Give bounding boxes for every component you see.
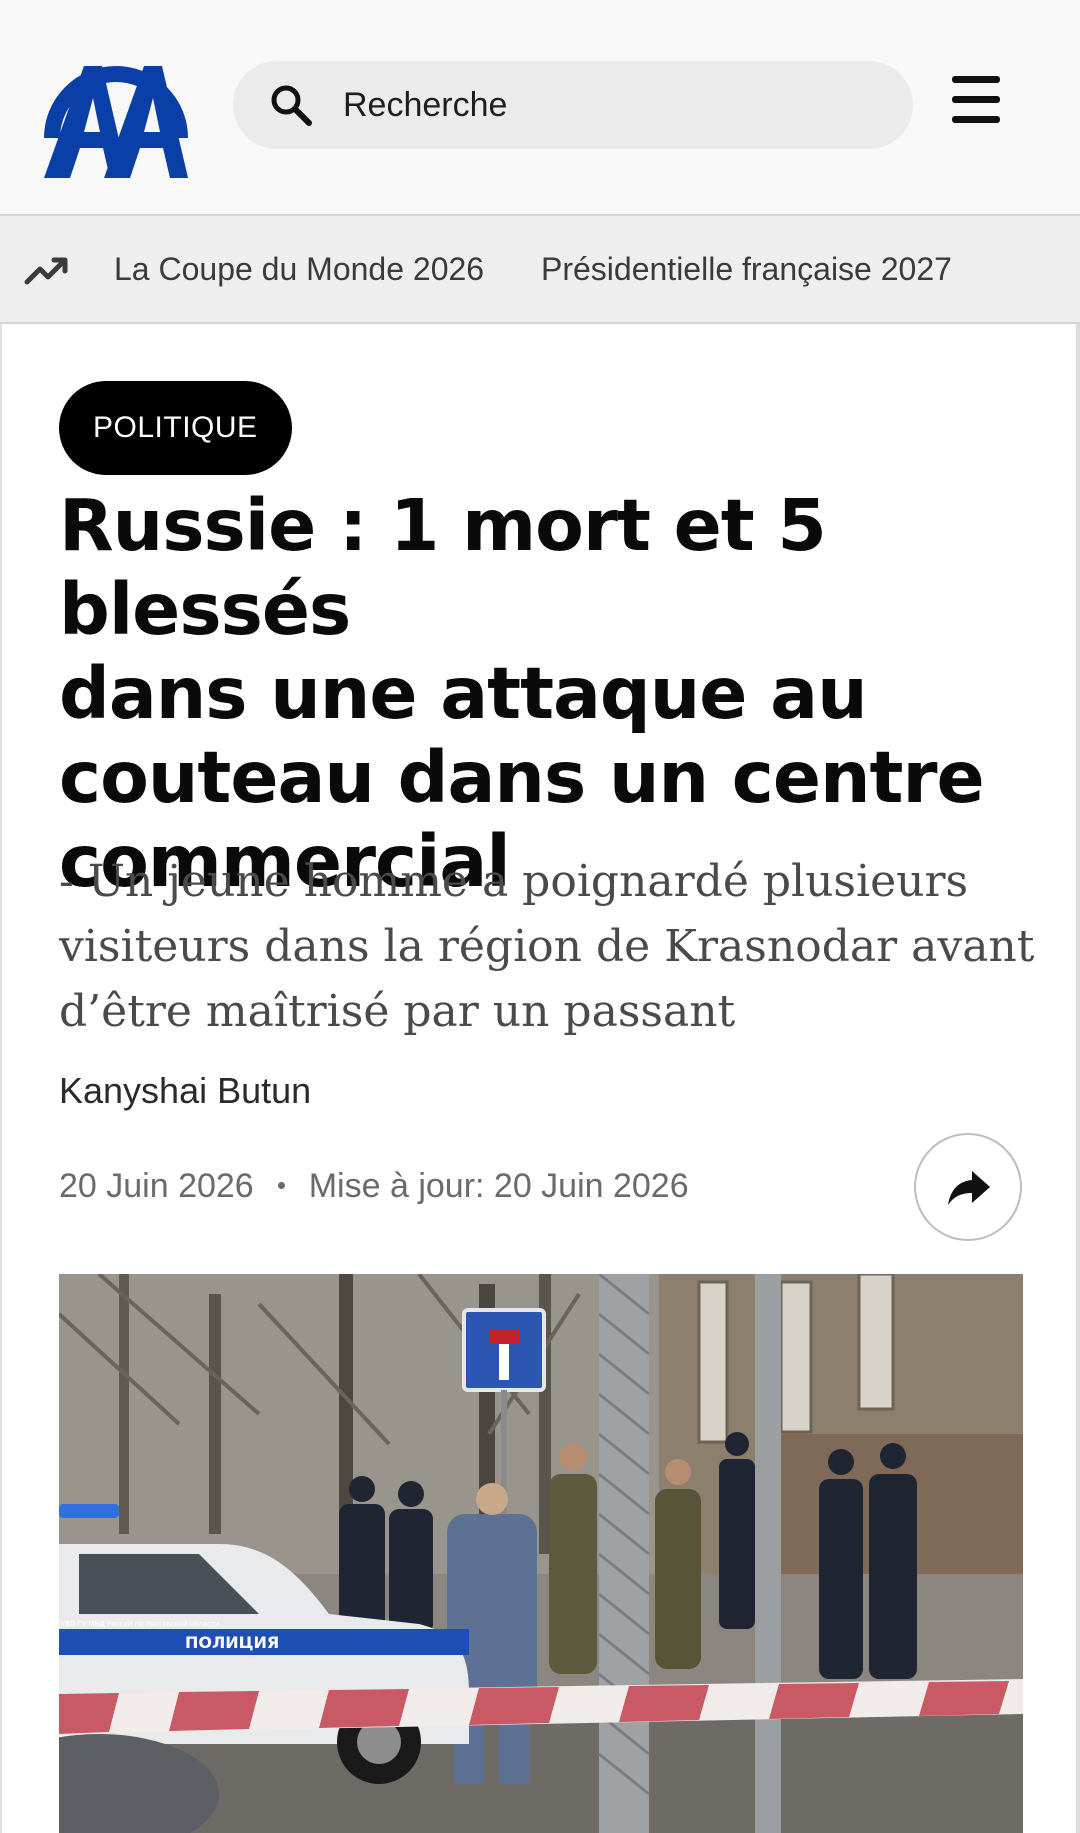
trending-bar: La Coupe du Monde 2026 Présidentielle fr… [0, 216, 1080, 324]
subtitle-line: - Un jeune homme a poignardé plusieurs [59, 856, 969, 907]
published-date: 20 Juin 2026 [59, 1167, 254, 1205]
author-name[interactable]: Kanyshai Butun [59, 1069, 311, 1113]
category-badge[interactable]: POLITIQUE [59, 381, 292, 475]
article-subtitle: - Un jeune homme a poignardé plusieurs v… [59, 849, 1039, 1044]
search-icon[interactable] [269, 83, 313, 127]
article-photo[interactable]: ПОЛИЦИЯ УВО ГУ МВД России по Ростовской … [59, 1274, 1023, 1833]
article-card: POLITIQUE Russie : 1 mort et 5 blessés d… [0, 324, 1080, 1833]
share-arrow-icon [948, 1171, 990, 1205]
share-button[interactable] [914, 1133, 1022, 1241]
article-dates: 20 Juin 2026 Mise à jour: 20 Juin 2026 [59, 1164, 689, 1208]
updated-date: Mise à jour: 20 Juin 2026 [308, 1167, 689, 1205]
trending-link-world-cup[interactable]: La Coupe du Monde 2026 [114, 249, 484, 289]
article-headline: Russie : 1 mort et 5 blessés dans une at… [59, 484, 1049, 904]
headline-line: dans une attaque au [59, 652, 868, 735]
trending-link-presidential[interactable]: Présidentielle française 2027 [541, 249, 952, 289]
site-header: Recherche [0, 0, 1080, 216]
car-door-label: УВО ГУ МВД России по Ростовской области [61, 1620, 220, 1628]
search-input[interactable]: Recherche [343, 85, 507, 125]
headline-line: Russie : 1 mort et 5 blessés [59, 484, 827, 651]
search-bar[interactable]: Recherche [233, 61, 913, 149]
hamburger-menu-icon[interactable] [952, 76, 1006, 124]
trending-up-icon [24, 252, 70, 288]
subtitle-line: d’être maîtrisé par un passant [59, 986, 736, 1037]
police-car-label: ПОЛИЦИЯ [185, 1633, 279, 1652]
aa-logo[interactable] [40, 28, 192, 180]
headline-line: couteau dans un centre [59, 736, 985, 819]
subtitle-line: visiteurs dans la région de Krasnodar av… [59, 921, 1035, 972]
separator-dot [277, 1181, 285, 1189]
